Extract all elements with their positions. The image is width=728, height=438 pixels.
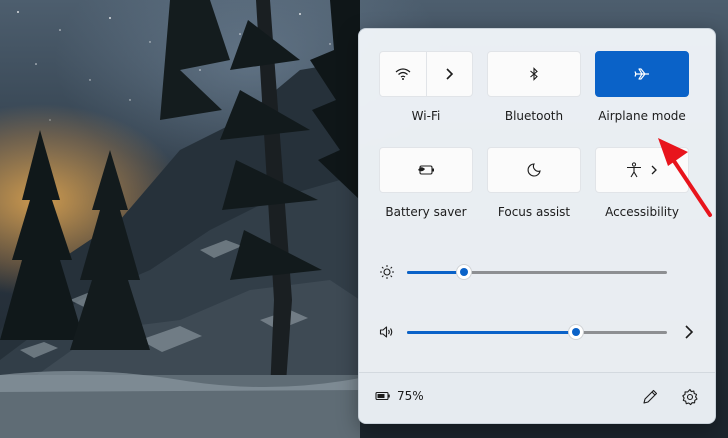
volume-slider[interactable] (407, 324, 667, 340)
bluetooth-tile[interactable] (487, 51, 581, 97)
accessibility-tile[interactable] (595, 147, 689, 193)
bluetooth-icon (530, 67, 538, 81)
brightness-slider[interactable] (407, 264, 667, 280)
focus-assist-label: Focus assist (497, 205, 571, 219)
battery-saver-tile[interactable] (379, 147, 473, 193)
brightness-icon (380, 265, 394, 279)
chevron-right-icon (651, 165, 657, 175)
bluetooth-label: Bluetooth (504, 109, 564, 123)
brightness-slider-row (379, 262, 697, 282)
airplane-icon (634, 68, 649, 80)
battery-saver-label: Battery saver (385, 205, 467, 219)
accessibility-tile-icons (627, 162, 657, 178)
battery-status[interactable]: 75% (375, 389, 424, 403)
quick-settings-panel: Wi-Fi Bluetooth Airplane mode Battery sa… (358, 28, 716, 424)
volume-slider-fill (407, 331, 576, 334)
speaker-icon[interactable] (379, 324, 395, 340)
accessibility-label: Accessibility (605, 205, 679, 219)
pencil-icon (643, 389, 658, 404)
settings-button[interactable] (681, 388, 699, 406)
gear-icon (682, 388, 698, 406)
brightness-slider-thumb[interactable] (456, 264, 473, 280)
edit-quick-settings-button[interactable] (641, 388, 659, 406)
accessibility-icon (627, 162, 641, 178)
wifi-icon (395, 68, 411, 80)
volume-slider-row (379, 322, 697, 342)
volume-expand-button[interactable] (681, 324, 697, 340)
airplane-mode-tile[interactable] (595, 51, 689, 97)
battery-percentage: 75% (397, 389, 424, 403)
battery-saver-icon (418, 165, 434, 175)
wifi-label: Wi-Fi (411, 109, 441, 123)
wifi-expand-button[interactable] (425, 52, 473, 96)
wifi-toggle[interactable] (380, 52, 426, 96)
battery-icon (375, 391, 390, 401)
chevron-right-icon (685, 325, 694, 339)
volume-slider-thumb[interactable] (568, 324, 584, 340)
quick-settings-footer: 75% (359, 372, 715, 423)
airplane-mode-label: Airplane mode (598, 109, 686, 123)
chevron-right-icon (446, 68, 454, 80)
focus-assist-tile[interactable] (487, 147, 581, 193)
wifi-tile[interactable] (379, 51, 473, 97)
moon-icon (527, 163, 541, 177)
